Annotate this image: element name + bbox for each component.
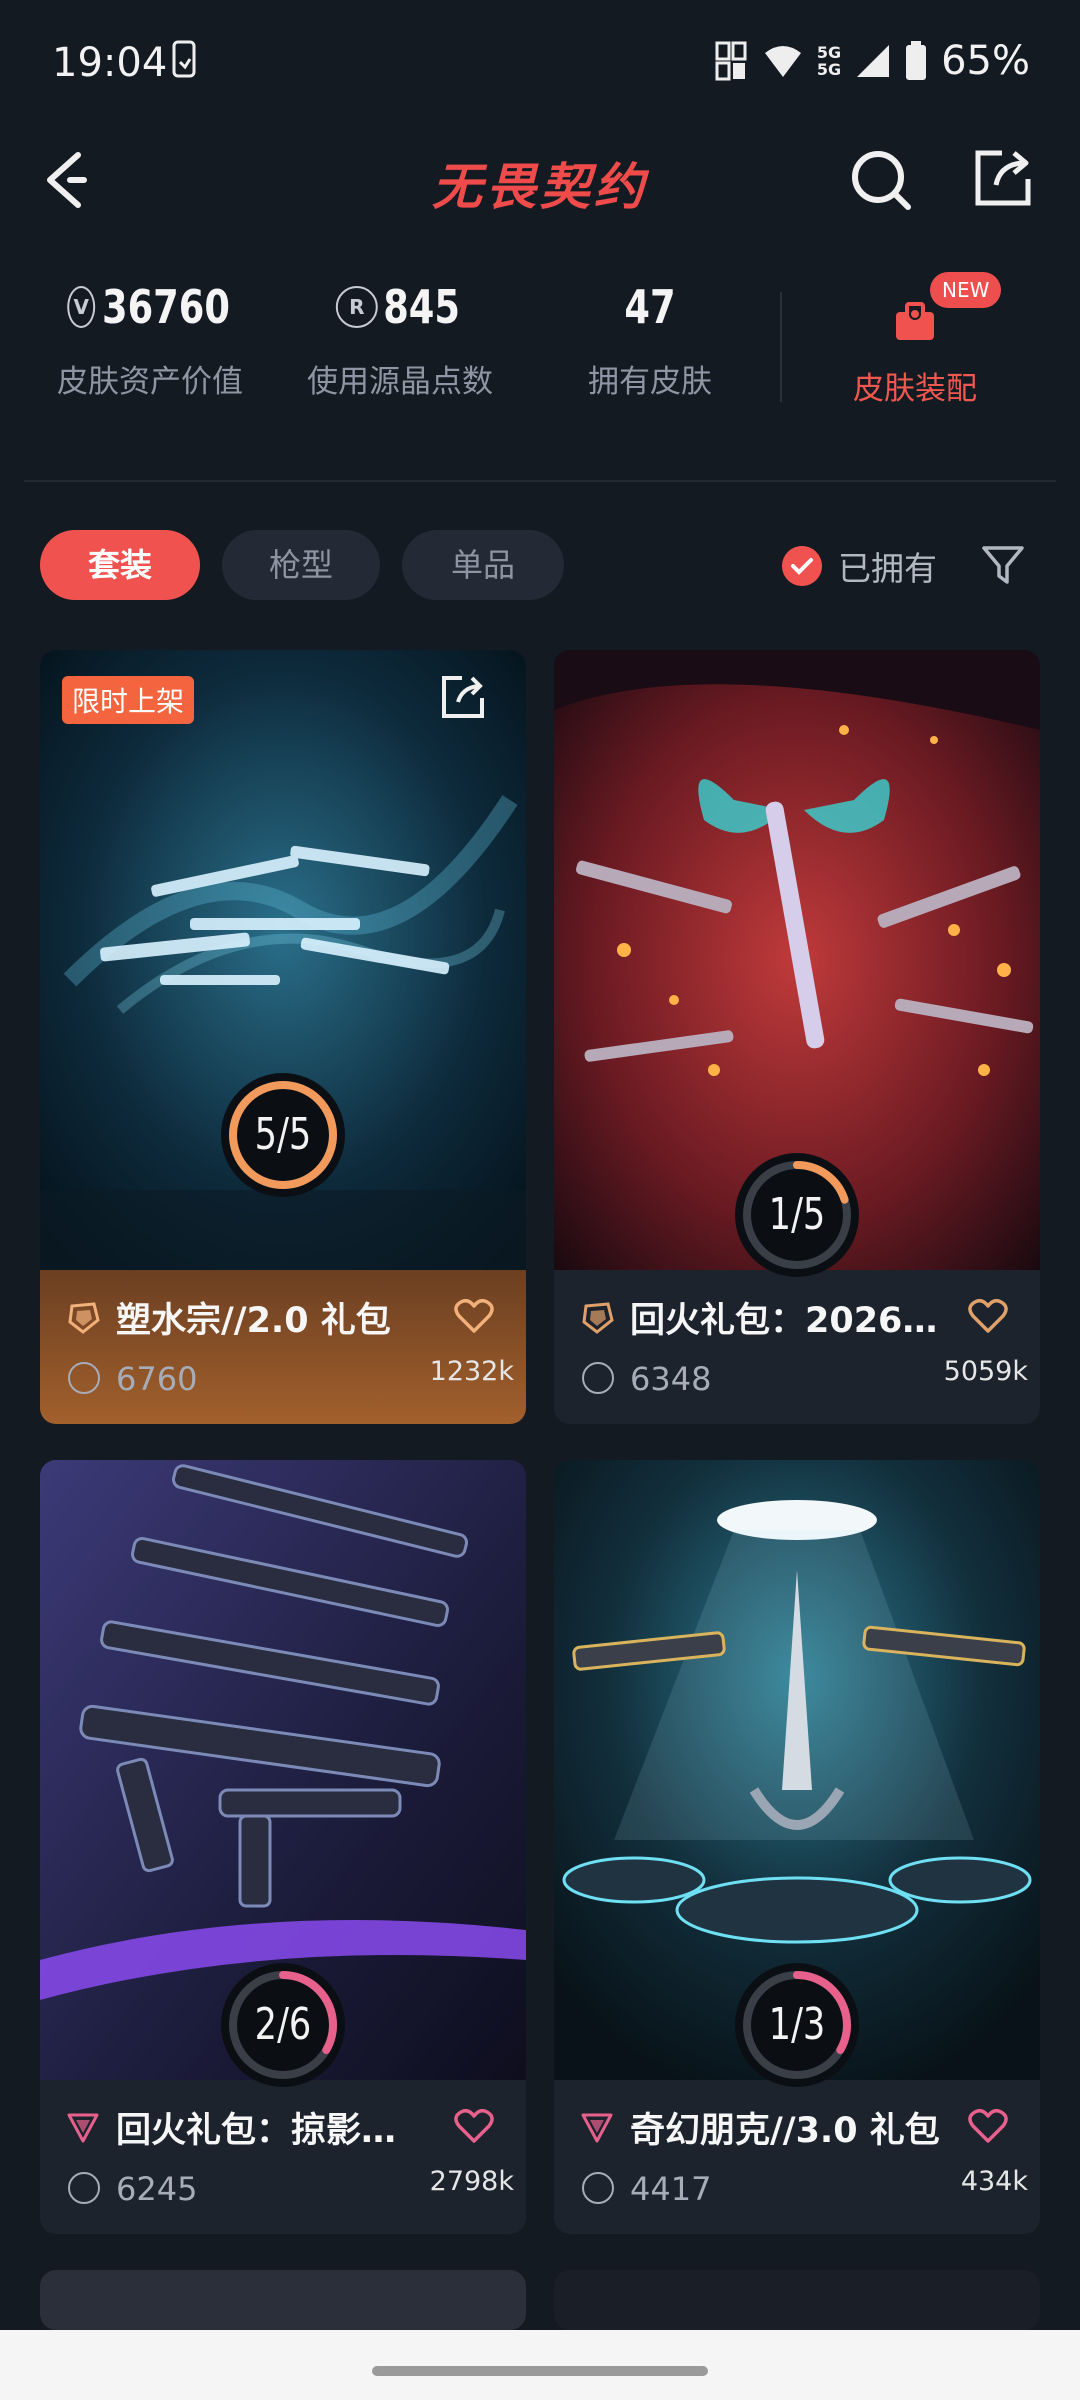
stat-radianite[interactable]: R 845 使用源晶点数 xyxy=(300,280,500,401)
progress-text: 2/6 xyxy=(254,1999,312,2050)
vp-coin-icon xyxy=(582,2172,614,2204)
app-header: 无畏契约 xyxy=(0,125,1080,240)
tier-icon xyxy=(581,2113,613,2143)
home-indicator[interactable] xyxy=(372,2366,708,2376)
briefcase-icon[interactable] xyxy=(892,300,938,344)
battery-icon xyxy=(906,41,927,80)
bundle-name: 回火礼包：2026… xyxy=(630,1301,938,1341)
tab-suit[interactable]: 套装 xyxy=(40,530,200,600)
vp-coin-icon xyxy=(68,1362,100,1394)
bundle-name: 回火礼包：掠影… xyxy=(116,2111,397,2151)
navigation-bar xyxy=(0,2330,1080,2400)
bundle-price: 6348 xyxy=(630,1360,712,1398)
divider xyxy=(24,480,1056,482)
limited-time-badge: 限时上架 xyxy=(62,676,195,724)
stat-divider xyxy=(780,292,782,402)
progress-text: 1/5 xyxy=(768,1189,826,1240)
bundle-name: 塑水宗//2.0 礼包 xyxy=(116,1301,391,1341)
filter-icon[interactable] xyxy=(980,542,1026,588)
card-info: 塑水宗//2.0 礼包 6760 1232k xyxy=(40,1270,526,1424)
like-count: 434k xyxy=(960,2166,1028,2197)
heart-icon[interactable] xyxy=(968,2108,1008,2144)
stat-owned-skins[interactable]: 47 拥有皮肤 xyxy=(560,280,740,401)
bundle-card[interactable]: 奇幻朋克//3.0 礼包 4417 434k 1/3 xyxy=(554,1460,1040,2234)
filter-bar: 套装 枪型 单品 已拥有 xyxy=(0,530,1080,602)
status-time: 19:04 xyxy=(52,40,168,86)
progress-text: 5/5 xyxy=(254,1109,312,1160)
card-info: 回火礼包：2026… 6348 5059k xyxy=(554,1270,1040,1424)
bundle-card[interactable]: 塑水宗//2.0 礼包 6760 1232k 限时上架 5/5 xyxy=(40,650,526,1424)
stat-value: 845 xyxy=(383,280,461,334)
vp-coin-icon: V xyxy=(67,286,96,328)
stat-label: 皮肤资产价值 xyxy=(57,364,243,400)
status-bar: 19:04 5G 5G 65% xyxy=(0,0,1080,125)
vp-coin-icon xyxy=(582,1362,614,1394)
bundle-price: 6760 xyxy=(116,1360,198,1398)
collection-progress: 2/6 xyxy=(218,1960,348,2090)
bundle-card[interactable]: 回火礼包：2026… 6348 5059k 1/5 xyxy=(554,650,1040,1424)
bundle-name: 奇幻朋克//3.0 礼包 xyxy=(630,2111,940,2151)
heart-icon[interactable] xyxy=(454,2108,494,2144)
owned-filter-label[interactable]: 已拥有 xyxy=(838,542,937,590)
like-count: 2798k xyxy=(429,2166,514,2197)
outfit-label: 皮肤装配 xyxy=(853,371,977,407)
signal-icon xyxy=(857,45,890,77)
tab-single-item[interactable]: 单品 xyxy=(402,530,564,600)
owned-checkbox-icon[interactable] xyxy=(782,546,822,586)
collection-progress: 1/3 xyxy=(732,1960,862,2090)
tab-weapon-type[interactable]: 枪型 xyxy=(222,530,380,600)
heart-icon[interactable] xyxy=(454,1298,494,1334)
collection-progress: 1/5 xyxy=(732,1150,862,1280)
vp-coin-icon xyxy=(68,2172,100,2204)
wifi-icon xyxy=(764,46,801,77)
bundle-card-partial[interactable] xyxy=(40,2270,526,2330)
tier-icon xyxy=(68,1302,100,1334)
skin-outfit-button[interactable]: 皮肤装配 xyxy=(830,363,1000,408)
page-title: 无畏契约 xyxy=(432,158,648,216)
stat-asset-value[interactable]: V 36760 皮肤资产价值 xyxy=(50,280,250,401)
bundle-card[interactable]: 回火礼包：掠影… 6245 2798k 2/6 xyxy=(40,1460,526,2234)
search-icon[interactable] xyxy=(848,147,914,213)
bundle-price: 4417 xyxy=(630,2170,712,2208)
collection-progress: 5/5 xyxy=(218,1070,348,1200)
card-info: 奇幻朋克//3.0 礼包 4417 434k xyxy=(554,2080,1040,2234)
share-icon[interactable] xyxy=(440,674,486,720)
nfc-icon xyxy=(715,41,747,81)
share-icon[interactable] xyxy=(972,147,1034,209)
stat-label: 使用源晶点数 xyxy=(307,364,493,400)
status-icons: 5G 5G 65% xyxy=(715,38,1030,84)
like-count: 1232k xyxy=(429,1356,514,1387)
stat-value: 47 xyxy=(624,280,676,334)
battery-percent: 65% xyxy=(941,38,1030,84)
new-badge: NEW xyxy=(930,272,1002,308)
progress-text: 1/3 xyxy=(768,1999,826,2050)
bundle-card-partial[interactable] xyxy=(554,2270,1040,2330)
stat-value: 36760 xyxy=(101,280,231,334)
tier-icon xyxy=(67,2113,99,2143)
tier-icon xyxy=(582,1302,614,1334)
network-5g-label: 5G 5G xyxy=(816,43,842,79)
like-count: 5059k xyxy=(943,1356,1028,1387)
radianite-icon: R xyxy=(335,286,378,328)
phone-sync-icon xyxy=(172,40,196,78)
bundle-price: 6245 xyxy=(116,2170,198,2208)
heart-icon[interactable] xyxy=(968,1298,1008,1334)
stat-label: 拥有皮肤 xyxy=(588,364,712,400)
card-info: 回火礼包：掠影… 6245 2798k xyxy=(40,2080,526,2234)
